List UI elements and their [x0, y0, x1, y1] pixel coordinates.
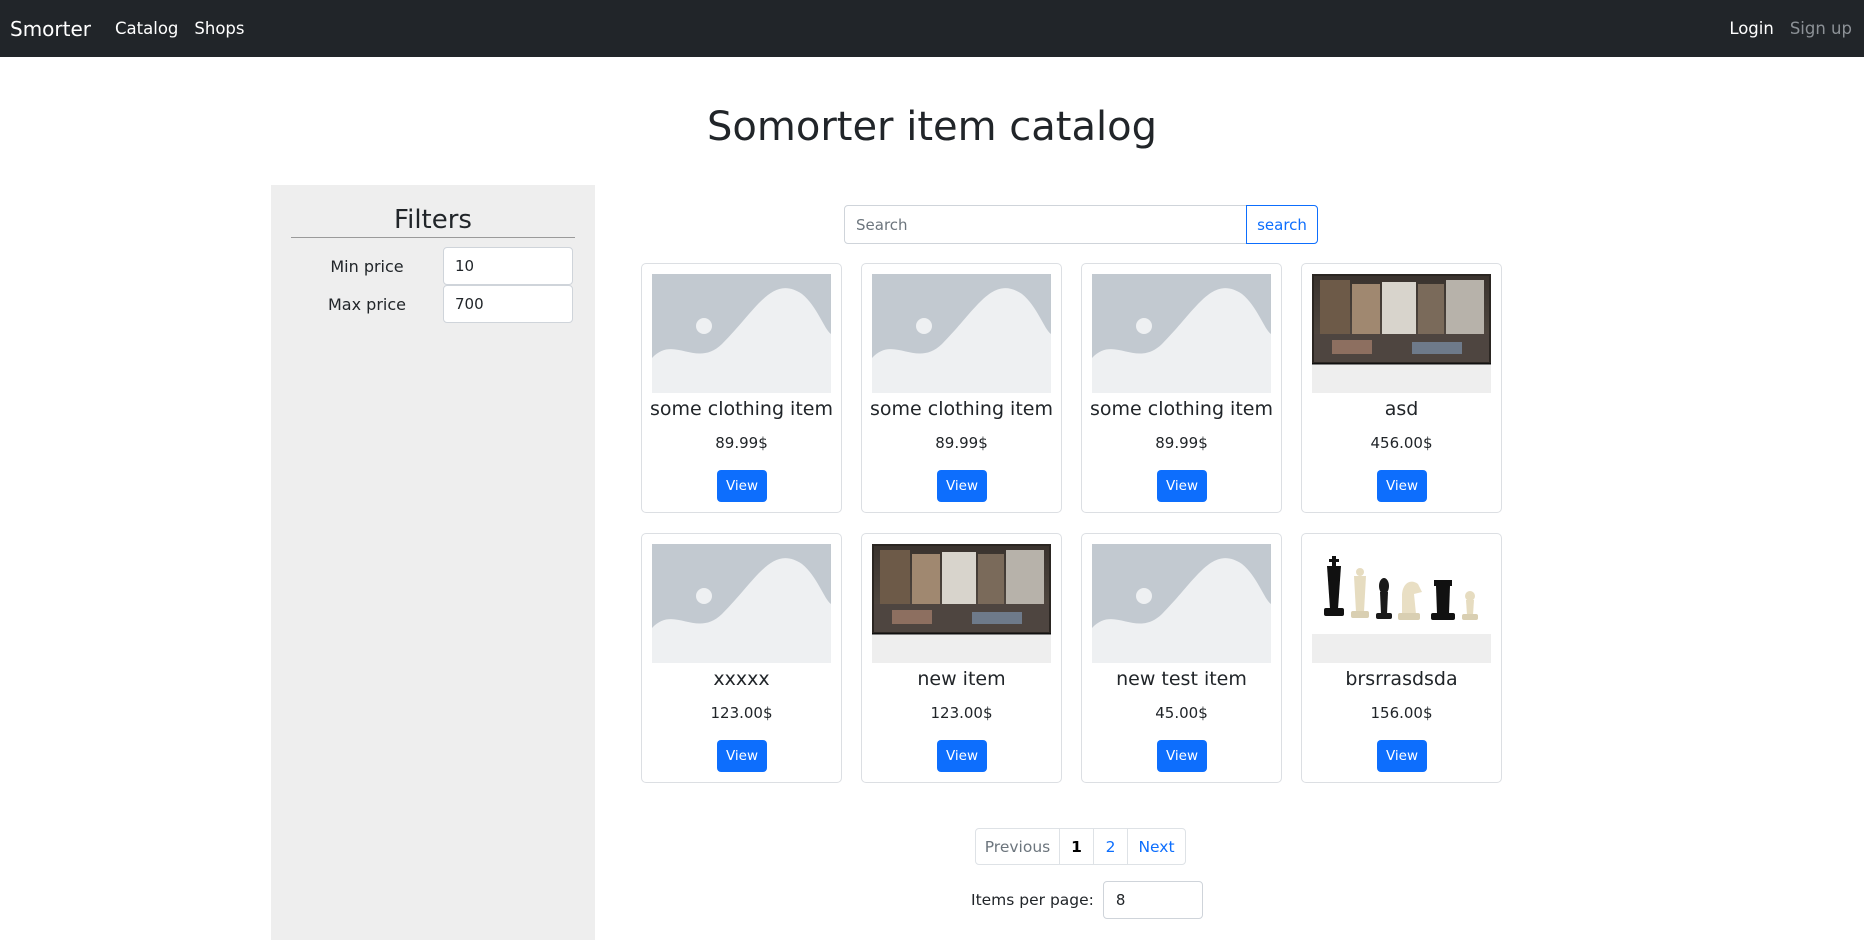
product-price: 156.00$	[1370, 704, 1433, 722]
nav-catalog-link[interactable]: Catalog	[115, 19, 178, 38]
product-price: 45.00$	[1155, 704, 1208, 722]
min-price-input[interactable]	[443, 247, 573, 285]
product-price: 89.99$	[715, 434, 768, 452]
product-grid: some clothing item 89.99$ View some clot…	[641, 263, 1502, 783]
product-price: 123.00$	[710, 704, 773, 722]
filters-sidebar: Filters Min price Max price	[271, 185, 595, 940]
view-button[interactable]: View	[717, 740, 767, 772]
product-name: new item	[917, 668, 1006, 690]
product-card: some clothing item 89.99$ View	[1081, 263, 1282, 513]
max-price-input[interactable]	[443, 285, 573, 323]
product-name: some clothing item	[870, 398, 1053, 420]
max-price-row: Max price	[291, 285, 575, 323]
previous-page-button[interactable]: Previous	[975, 828, 1060, 865]
signup-link[interactable]: Sign up	[1790, 19, 1852, 38]
product-card: new test item 45.00$ View	[1081, 533, 1282, 783]
product-name: some clothing item	[650, 398, 833, 420]
navbar: Smorter Catalog Shops Login Sign up	[0, 0, 1864, 57]
view-button[interactable]: View	[937, 740, 987, 772]
product-card: new item 123.00$ View	[861, 533, 1062, 783]
image-placeholder-icon	[872, 274, 1051, 393]
page-title: Somorter item catalog	[707, 104, 1157, 150]
product-price: 89.99$	[1155, 434, 1208, 452]
view-button[interactable]: View	[1157, 470, 1207, 502]
search-bar: search	[844, 205, 1318, 244]
view-button[interactable]: View	[717, 470, 767, 502]
items-per-page-control: Items per page:	[971, 881, 1203, 919]
product-name: asd	[1384, 398, 1419, 420]
max-price-label: Max price	[328, 294, 406, 314]
search-button[interactable]: search	[1246, 205, 1318, 244]
product-card: asd 456.00$ View	[1301, 263, 1502, 513]
image-placeholder-icon	[652, 274, 831, 393]
view-button[interactable]: View	[1157, 740, 1207, 772]
product-card: xxxxx 123.00$ View	[641, 533, 842, 783]
brand-link[interactable]: Smorter	[10, 17, 91, 41]
image-placeholder-icon	[1092, 544, 1271, 663]
product-card: brsrrasdsda 156.00$ View	[1301, 533, 1502, 783]
login-link[interactable]: Login	[1729, 19, 1774, 38]
product-price: 89.99$	[935, 434, 988, 452]
product-card: some clothing item 89.99$ View	[861, 263, 1062, 513]
product-price: 456.00$	[1370, 434, 1433, 452]
product-card: some clothing item 89.99$ View	[641, 263, 842, 513]
chess-pieces-image	[1312, 544, 1491, 663]
product-name: xxxxx	[713, 668, 770, 690]
min-price-label: Min price	[330, 256, 404, 276]
panorama-room-image	[1312, 274, 1491, 393]
view-button[interactable]: View	[1377, 470, 1427, 502]
product-name: some clothing item	[1090, 398, 1273, 420]
product-price: 123.00$	[930, 704, 993, 722]
image-placeholder-icon	[652, 544, 831, 663]
nav-auth-links: Login Sign up	[1729, 19, 1854, 38]
product-name: brsrrasdsda	[1345, 668, 1458, 690]
pagination: Previous 1 2 Next	[975, 828, 1186, 865]
product-name: new test item	[1116, 668, 1247, 690]
view-button[interactable]: View	[1377, 740, 1427, 772]
items-per-page-input[interactable]	[1102, 881, 1203, 919]
page-2-button[interactable]: 2	[1093, 828, 1128, 865]
page-1-button[interactable]: 1	[1059, 828, 1094, 865]
next-page-button[interactable]: Next	[1127, 828, 1186, 865]
panorama-room-image	[872, 544, 1051, 663]
min-price-row: Min price	[291, 247, 575, 285]
nav-shops-link[interactable]: Shops	[194, 19, 244, 38]
search-input[interactable]	[844, 205, 1247, 244]
view-button[interactable]: View	[937, 470, 987, 502]
items-per-page-label: Items per page:	[971, 891, 1094, 909]
image-placeholder-icon	[1092, 274, 1271, 393]
filters-title: Filters	[291, 205, 575, 238]
